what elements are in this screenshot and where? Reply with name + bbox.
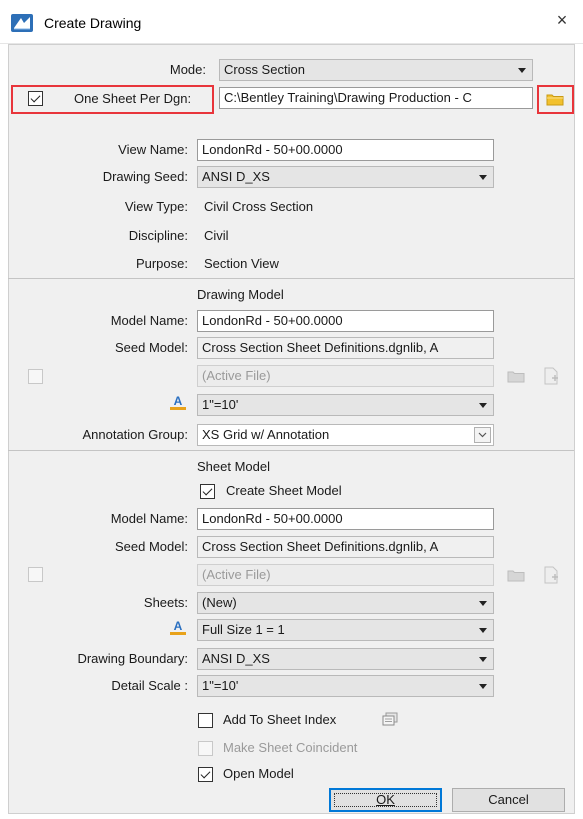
sheets-value: (New) bbox=[202, 595, 237, 610]
detail-scale-dropdown[interactable]: 1"=10' bbox=[197, 675, 494, 697]
svg-text:A: A bbox=[174, 394, 183, 408]
chevron-down-icon bbox=[479, 628, 487, 633]
make-sheet-coincident-label: Make Sheet Coincident bbox=[223, 740, 358, 755]
view-name-field[interactable]: LondonRd - 50+00.0000 bbox=[197, 139, 494, 161]
add-to-sheet-index-label: Add To Sheet Index bbox=[223, 712, 337, 727]
app-icon bbox=[11, 14, 33, 32]
window-title: Create Drawing bbox=[44, 15, 142, 31]
discipline-label: Discipline: bbox=[128, 228, 188, 243]
drawing-boundary-value: ANSI D_XS bbox=[202, 651, 270, 666]
ok-label: OK bbox=[376, 792, 395, 807]
separator bbox=[8, 278, 574, 279]
drawing-seed-model-label: Seed Model: bbox=[115, 340, 188, 355]
chevron-down-icon bbox=[479, 657, 487, 662]
folder-icon[interactable] bbox=[507, 569, 525, 582]
sheets-label: Sheets: bbox=[143, 595, 188, 610]
sheet-active-file-checkbox[interactable] bbox=[28, 567, 43, 582]
drawing-seed-dropdown[interactable]: ANSI D_XS bbox=[197, 166, 494, 188]
annotation-group-label: Annotation Group: bbox=[82, 427, 188, 442]
checkmark-icon bbox=[202, 485, 213, 496]
open-model-label: Open Model bbox=[223, 766, 294, 781]
detail-scale-value: 1"=10' bbox=[202, 678, 239, 693]
ok-button[interactable]: OK bbox=[329, 788, 442, 812]
sheet-seed-model-field[interactable]: Cross Section Sheet Definitions.dgnlib, … bbox=[197, 536, 494, 558]
drawing-model-title: Drawing Model bbox=[197, 287, 284, 302]
folder-icon[interactable] bbox=[546, 93, 564, 106]
discipline-value: Civil bbox=[204, 228, 229, 243]
sheets-dropdown[interactable]: (New) bbox=[197, 592, 494, 614]
view-type-value: Civil Cross Section bbox=[204, 199, 314, 214]
drawing-model-name-field[interactable]: LondonRd - 50+00.0000 bbox=[197, 310, 494, 332]
one-sheet-label: One Sheet Per Dgn: bbox=[74, 91, 192, 106]
folder-icon[interactable] bbox=[507, 370, 525, 383]
drawing-model-name-label: Model Name: bbox=[110, 313, 188, 328]
chevron-down-icon bbox=[479, 601, 487, 606]
new-file-icon[interactable] bbox=[543, 566, 560, 584]
sheet-model-name-label: Model Name: bbox=[110, 511, 188, 526]
sheet-model-name-field[interactable]: LondonRd - 50+00.0000 bbox=[197, 508, 494, 530]
make-sheet-coincident-checkbox[interactable] bbox=[198, 741, 213, 756]
sheet-active-file-field[interactable]: (Active File) bbox=[197, 564, 494, 586]
annotation-group-dropdown[interactable]: XS Grid w/ Annotation bbox=[197, 424, 494, 446]
view-name-label: View Name: bbox=[118, 142, 188, 157]
drawing-boundary-label: Drawing Boundary: bbox=[77, 651, 188, 666]
chevron-down-icon bbox=[479, 684, 487, 689]
mode-value: Cross Section bbox=[224, 62, 305, 77]
detail-scale-label: Detail Scale : bbox=[111, 678, 188, 693]
purpose-label: Purpose: bbox=[135, 256, 188, 271]
sheet-annotation-scale-dropdown[interactable]: Full Size 1 = 1 bbox=[197, 619, 494, 641]
drawing-seed-label: Drawing Seed: bbox=[102, 169, 188, 184]
purpose-value: Section View bbox=[204, 256, 279, 271]
one-sheet-checkbox[interactable] bbox=[28, 91, 43, 106]
output-path-field[interactable]: C:\Bentley Training\Drawing Production -… bbox=[219, 87, 533, 109]
separator bbox=[8, 450, 574, 451]
drawing-seed-model-field[interactable]: Cross Section Sheet Definitions.dgnlib, … bbox=[197, 337, 494, 359]
annotation-scale-icon: A bbox=[170, 619, 186, 635]
drawing-boundary-dropdown[interactable]: ANSI D_XS bbox=[197, 648, 494, 670]
checkmark-icon bbox=[30, 92, 41, 103]
sheet-seed-model-label: Seed Model: bbox=[115, 539, 188, 554]
open-model-checkbox[interactable] bbox=[198, 767, 213, 782]
chevron-down-icon bbox=[474, 427, 491, 443]
drawing-annotation-scale-dropdown[interactable]: 1"=10' bbox=[197, 394, 494, 416]
cancel-label: Cancel bbox=[488, 792, 529, 807]
svg-text:A: A bbox=[174, 619, 183, 633]
sheet-annotation-scale-value: Full Size 1 = 1 bbox=[202, 622, 285, 637]
chevron-down-icon bbox=[518, 68, 526, 73]
view-type-label: View Type: bbox=[124, 199, 188, 214]
create-sheet-model-checkbox[interactable] bbox=[200, 484, 215, 499]
annotation-group-value: XS Grid w/ Annotation bbox=[202, 427, 330, 442]
close-button[interactable]: × bbox=[541, 0, 583, 40]
title-bar: Create Drawing × bbox=[0, 0, 583, 44]
annotation-scale-icon: A bbox=[170, 394, 186, 410]
create-sheet-model-label: Create Sheet Model bbox=[226, 483, 342, 498]
cancel-button[interactable]: Cancel bbox=[452, 788, 565, 812]
drawing-annotation-scale-value: 1"=10' bbox=[202, 397, 239, 412]
chevron-down-icon bbox=[479, 403, 487, 408]
new-file-icon[interactable] bbox=[543, 367, 560, 385]
sheet-index-icon[interactable] bbox=[381, 712, 399, 727]
chevron-down-icon bbox=[479, 175, 487, 180]
checkmark-icon bbox=[200, 768, 211, 779]
mode-dropdown[interactable]: Cross Section bbox=[219, 59, 533, 81]
drawing-active-file-checkbox[interactable] bbox=[28, 369, 43, 384]
drawing-active-file-field[interactable]: (Active File) bbox=[197, 365, 494, 387]
mode-label: Mode: bbox=[169, 62, 206, 77]
sheet-model-title: Sheet Model bbox=[197, 459, 270, 474]
add-to-sheet-index-checkbox[interactable] bbox=[198, 713, 213, 728]
drawing-seed-value: ANSI D_XS bbox=[202, 169, 270, 184]
